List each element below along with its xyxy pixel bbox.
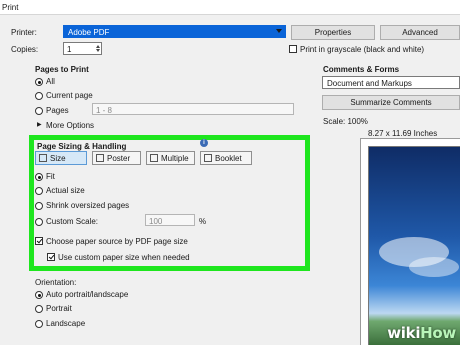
pages-range-radio[interactable]	[35, 107, 43, 115]
sizing-fit-label: Fit	[46, 172, 55, 181]
chevron-down-icon	[276, 29, 282, 33]
tab-size[interactable]: Size	[35, 151, 87, 165]
pages-range-input[interactable]: 1 - 8	[92, 103, 294, 115]
custom-scale-unit: %	[199, 217, 207, 226]
grayscale-label: Print in grayscale (black and white)	[300, 45, 425, 54]
comments-forms-select[interactable]: Document and Markups	[322, 76, 460, 89]
orientation-header: Orientation:	[35, 278, 77, 287]
comments-forms-header: Comments & Forms	[323, 65, 400, 74]
poster-icon	[96, 154, 104, 162]
page-sizing-header: Page Sizing & Handling	[37, 142, 127, 151]
watermark-logo: wikiHow	[387, 324, 456, 342]
booklet-icon	[204, 154, 212, 162]
sizing-actual-label: Actual size	[46, 186, 85, 195]
orientation-auto-radio[interactable]	[35, 291, 43, 299]
multiple-icon	[150, 154, 158, 162]
advanced-button[interactable]: Advanced	[380, 25, 460, 40]
pages-current-radio[interactable]	[35, 92, 43, 100]
title-bar: Print	[0, 0, 460, 15]
paper-source-label: Choose paper source by PDF page size	[46, 237, 188, 246]
pages-all-label: All	[46, 77, 55, 86]
copies-stepper[interactable]: 1	[63, 42, 102, 55]
custom-scale-value: 100	[149, 217, 163, 226]
paper-source-checkbox[interactable]	[35, 237, 43, 245]
summarize-comments-button[interactable]: Summarize Comments	[322, 95, 460, 110]
sizing-actual-radio[interactable]	[35, 187, 43, 195]
pages-current-label: Current page	[46, 91, 93, 100]
orientation-landscape-label: Landscape	[46, 319, 86, 328]
size-icon	[39, 154, 47, 162]
sizing-shrink-radio[interactable]	[35, 202, 43, 210]
more-options-link[interactable]: More Options	[46, 121, 94, 130]
tab-booklet[interactable]: Booklet	[200, 151, 252, 165]
info-icon[interactable]: i	[200, 139, 208, 147]
orientation-auto-label: Auto portrait/landscape	[46, 290, 129, 299]
pages-range-label: Pages	[46, 106, 69, 115]
stepper-down-icon[interactable]	[96, 49, 100, 52]
printer-value: Adobe PDF	[68, 28, 110, 37]
page-size-readout: 8.27 x 11.69 Inches	[368, 129, 438, 138]
preview-cloud	[409, 257, 459, 277]
print-dialog: Print Printer: Adobe PDF Properties Adva…	[0, 0, 460, 345]
window-title: Print	[2, 3, 19, 12]
orientation-portrait-label: Portrait	[46, 304, 72, 313]
sizing-custom-radio[interactable]	[35, 218, 43, 226]
grayscale-checkbox[interactable]	[289, 45, 297, 53]
pages-all-radio[interactable]	[35, 78, 43, 86]
custom-scale-input[interactable]: 100	[145, 214, 195, 226]
comments-forms-value: Document and Markups	[327, 79, 412, 88]
custom-paper-checkbox[interactable]	[47, 253, 55, 261]
tab-poster-label: Poster	[107, 154, 131, 163]
sizing-shrink-label: Shrink oversized pages	[46, 201, 130, 210]
tab-multiple[interactable]: Multiple	[146, 151, 195, 165]
orientation-portrait-radio[interactable]	[35, 305, 43, 313]
scale-readout: Scale: 100%	[323, 117, 368, 126]
orientation-landscape-radio[interactable]	[35, 320, 43, 328]
tab-multiple-label: Multiple	[161, 154, 189, 163]
stepper-up-icon[interactable]	[96, 45, 100, 48]
expand-triangle-icon[interactable]: ▶	[37, 121, 42, 128]
copies-label: Copies:	[11, 45, 39, 54]
tab-booklet-label: Booklet	[215, 154, 242, 163]
watermark-wiki: wiki	[387, 324, 421, 342]
pages-to-print-header: Pages to Print	[35, 65, 89, 74]
watermark-how: How	[420, 324, 456, 342]
printer-select[interactable]: Adobe PDF	[63, 25, 286, 38]
tab-poster[interactable]: Poster	[92, 151, 141, 165]
page-preview-image	[368, 146, 460, 345]
properties-button[interactable]: Properties	[291, 25, 375, 40]
tab-size-label: Size	[50, 154, 66, 163]
sizing-custom-label: Custom Scale:	[46, 217, 99, 226]
printer-label: Printer:	[11, 28, 37, 37]
copies-value: 1	[67, 45, 72, 54]
sizing-fit-radio[interactable]	[35, 173, 43, 181]
custom-paper-label: Use custom paper size when needed	[58, 253, 190, 262]
pages-range-value: 1 - 8	[96, 106, 113, 115]
